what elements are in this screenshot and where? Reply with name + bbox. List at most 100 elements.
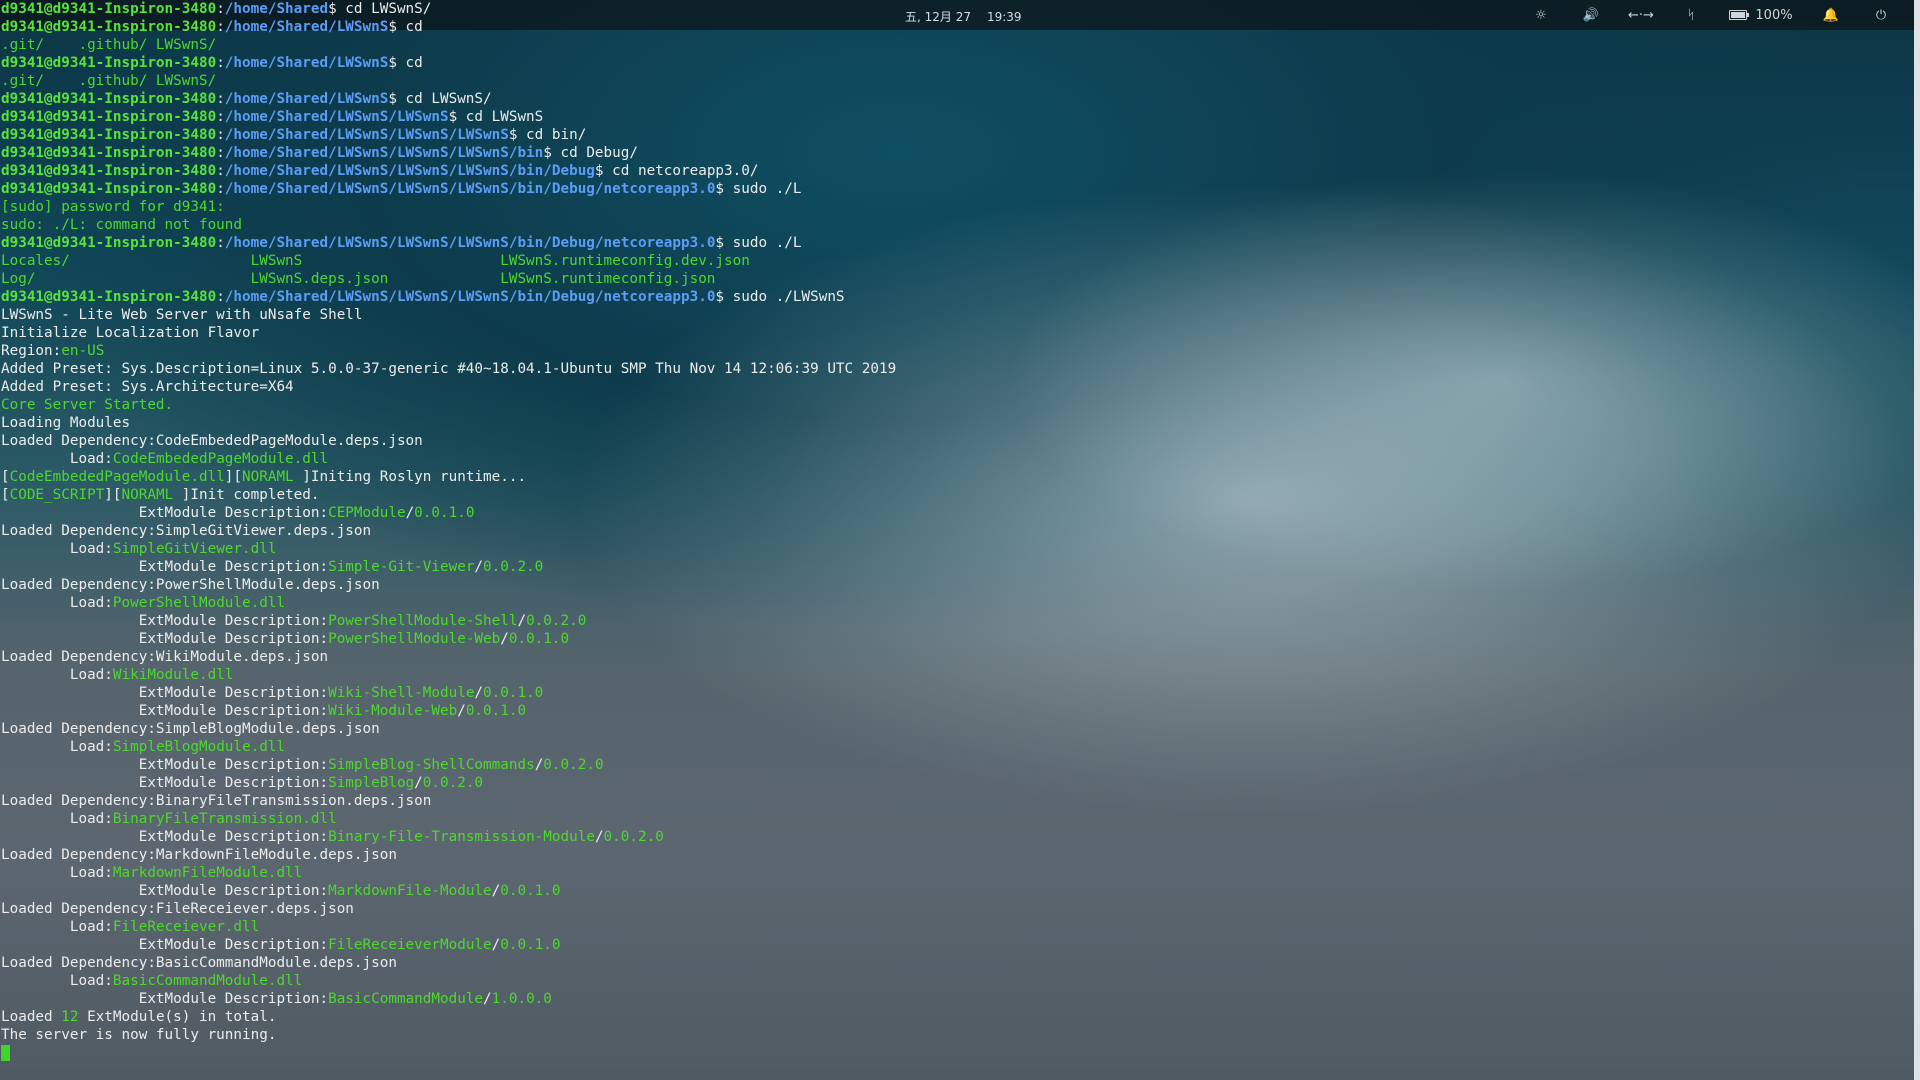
- terminal-text: :: [216, 289, 225, 305]
- terminal-text: BasicCommandModule: [328, 991, 484, 1007]
- terminal-text: en-US: [61, 343, 105, 359]
- terminal-text: Load:: [1, 919, 113, 935]
- terminal-text: Wiki-Shell-Module: [328, 685, 475, 701]
- terminal-text: FileReceiever.dll: [112, 919, 260, 935]
- terminal-text: .git/ .github/ LWSwnS/: [1, 73, 217, 89]
- terminal-text: ExtModule Description:: [1, 991, 329, 1007]
- terminal-line: Loaded Dependency:BasicCommandModule.dep…: [1, 954, 1901, 972]
- terminal-line: d9341@d9341-Inspiron-3480:/home/Shared/L…: [1, 144, 1901, 162]
- terminal-text: PowerShellModule-Web: [328, 631, 501, 647]
- terminal-line: ExtModule Description:Wiki-Module-Web/0.…: [1, 702, 1901, 720]
- terminal-text: MarkdownFileModule.dll: [112, 865, 303, 881]
- terminal-line: d9341@d9341-Inspiron-3480:/home/Shared/L…: [1, 180, 1901, 198]
- terminal-output[interactable]: d9341@d9341-Inspiron-3480:/home/Shared$ …: [1, 0, 1901, 1062]
- terminal-text: /home/Shared/LWSwnS: [224, 55, 389, 71]
- terminal-text: ExtModule(s) in total.: [78, 1009, 277, 1025]
- terminal-text: d9341@d9341-Inspiron-3480: [1, 55, 217, 71]
- terminal-text: Log/ LWSwnS.deps.json LWSwnS.runtimeconf…: [1, 271, 716, 287]
- terminal-line: Added Preset: Sys.Description=Linux 5.0.…: [1, 360, 1901, 378]
- terminal-text: /: [517, 613, 527, 629]
- terminal-text: 0.0.2.0: [543, 757, 604, 773]
- terminal-text: ExtModule Description:: [1, 685, 329, 701]
- terminal-text: Loaded Dependency:SimpleBlogModule.deps.…: [1, 721, 380, 737]
- terminal-text: ][: [104, 487, 122, 503]
- terminal-text: LWSwnS - Lite Web Server with uNsafe She…: [1, 307, 363, 323]
- terminal-text: 0.0.1.0: [483, 685, 544, 701]
- terminal-text: $ cd bin/: [508, 127, 587, 143]
- terminal-text: CEPModule: [328, 505, 406, 521]
- terminal-text: ExtModule Description:: [1, 559, 329, 575]
- terminal-line: Locales/ LWSwnS LWSwnS.runtimeconfig.dev…: [1, 252, 1901, 270]
- terminal-text: /: [405, 505, 415, 521]
- terminal-line: LWSwnS - Lite Web Server with uNsafe She…: [1, 306, 1901, 324]
- terminal-text: SimpleBlogModule.dll: [112, 739, 286, 755]
- terminal-text: Wiki-Module-Web: [328, 703, 458, 719]
- terminal-line: Loaded Dependency:PowerShellModule.deps.…: [1, 576, 1901, 594]
- terminal-line: Loaded Dependency:FileReceiever.deps.jso…: [1, 900, 1901, 918]
- terminal-text: Loaded Dependency:SimpleGitViewer.deps.j…: [1, 523, 372, 539]
- terminal-text: 0.0.1.0: [414, 505, 475, 521]
- terminal-text: [: [1, 469, 10, 485]
- terminal-text: SimpleBlog: [328, 775, 415, 791]
- terminal-text: Added Preset: Sys.Description=Linux 5.0.…: [1, 361, 897, 377]
- terminal-text: BinaryFileTransmission.dll: [112, 811, 337, 827]
- terminal-line: ExtModule Description:Simple-Git-Viewer/…: [1, 558, 1901, 576]
- terminal-text: CODE_SCRIPT: [9, 487, 105, 503]
- terminal-text: $ cd Debug/: [543, 145, 638, 161]
- terminal-text: Load:: [1, 667, 113, 683]
- terminal-text: ExtModule Description:: [1, 505, 329, 521]
- terminal-text: $ cd LWSwnS/: [328, 1, 432, 17]
- terminal-text: ][: [224, 469, 243, 485]
- terminal-text: :: [216, 1, 225, 17]
- terminal-text: /home/Shared/LWSwnS/LWSwnS/LWSwnS/bin/De…: [224, 181, 716, 197]
- terminal-line: Load:BinaryFileTransmission.dll: [1, 810, 1901, 828]
- terminal-text: ExtModule Description:: [1, 829, 329, 845]
- screen-edge: [1914, 0, 1920, 1080]
- terminal-text: Loaded Dependency:MarkdownFileModule.dep…: [1, 847, 397, 863]
- terminal-text: $ cd netcoreapp3.0/: [594, 163, 759, 179]
- terminal-text: :: [216, 235, 225, 251]
- terminal-line: d9341@d9341-Inspiron-3480:/home/Shared/L…: [1, 234, 1901, 252]
- terminal-text: /: [474, 685, 484, 701]
- terminal-text: Load:: [1, 541, 113, 557]
- terminal-text: :: [216, 127, 225, 143]
- terminal-text: 1.0.0.0: [491, 991, 552, 1007]
- terminal-text: d9341@d9341-Inspiron-3480: [1, 289, 217, 305]
- terminal-text: ExtModule Description:: [1, 883, 329, 899]
- terminal-text: The server is now fully running.: [1, 1027, 277, 1043]
- terminal-text: d9341@d9341-Inspiron-3480: [1, 109, 217, 125]
- terminal-prompt-line: [1, 1044, 1901, 1062]
- terminal-line: Loaded Dependency:MarkdownFileModule.dep…: [1, 846, 1901, 864]
- terminal-text: NORAML: [242, 469, 303, 485]
- terminal-text: $ sudo ./L: [715, 235, 802, 251]
- terminal-line: Initialize Localization Flavor: [1, 324, 1901, 342]
- terminal-text: [: [1, 487, 10, 503]
- terminal-line: [sudo] password for d9341:: [1, 198, 1901, 216]
- terminal-text: sudo: ./L: command not found: [1, 217, 243, 233]
- terminal-line: Loaded 12 ExtModule(s) in total.: [1, 1008, 1901, 1026]
- terminal-text: .git/ .github/ LWSwnS/: [1, 37, 217, 53]
- terminal-text: Loaded Dependency:BinaryFileTransmission…: [1, 793, 432, 809]
- terminal-line: Loaded Dependency:SimpleGitViewer.deps.j…: [1, 522, 1901, 540]
- terminal-text: /: [491, 937, 501, 953]
- terminal-text: :: [216, 55, 225, 71]
- terminal-text: SimpleGitViewer.dll: [112, 541, 277, 557]
- terminal-line: ExtModule Description:SimpleBlog-ShellCo…: [1, 756, 1901, 774]
- terminal-text: CodeEmbededPageModule.dll: [9, 469, 225, 485]
- terminal-text: /: [474, 559, 484, 575]
- terminal-line: Load:FileReceiever.dll: [1, 918, 1901, 936]
- terminal-text: Loaded Dependency:PowerShellModule.deps.…: [1, 577, 380, 593]
- terminal-line: d9341@d9341-Inspiron-3480:/home/Shared/L…: [1, 18, 1901, 36]
- terminal-text: $ cd: [388, 55, 423, 71]
- terminal-line: Load:CodeEmbededPageModule.dll: [1, 450, 1901, 468]
- terminal-text: PowerShellModule-Shell: [328, 613, 518, 629]
- terminal-text: 0.0.1.0: [500, 937, 561, 953]
- terminal-line: d9341@d9341-Inspiron-3480:/home/Shared/L…: [1, 108, 1901, 126]
- terminal-line: Loaded Dependency:SimpleBlogModule.deps.…: [1, 720, 1901, 738]
- terminal-text: Locales/ LWSwnS LWSwnS.runtimeconfig.dev…: [1, 253, 750, 269]
- terminal-line: .git/ .github/ LWSwnS/: [1, 72, 1901, 90]
- terminal-text: Load:: [1, 973, 113, 989]
- terminal-line: ExtModule Description:MarkdownFile-Modul…: [1, 882, 1901, 900]
- terminal-text: 0.0.2.0: [483, 559, 544, 575]
- terminal-line: Load:PowerShellModule.dll: [1, 594, 1901, 612]
